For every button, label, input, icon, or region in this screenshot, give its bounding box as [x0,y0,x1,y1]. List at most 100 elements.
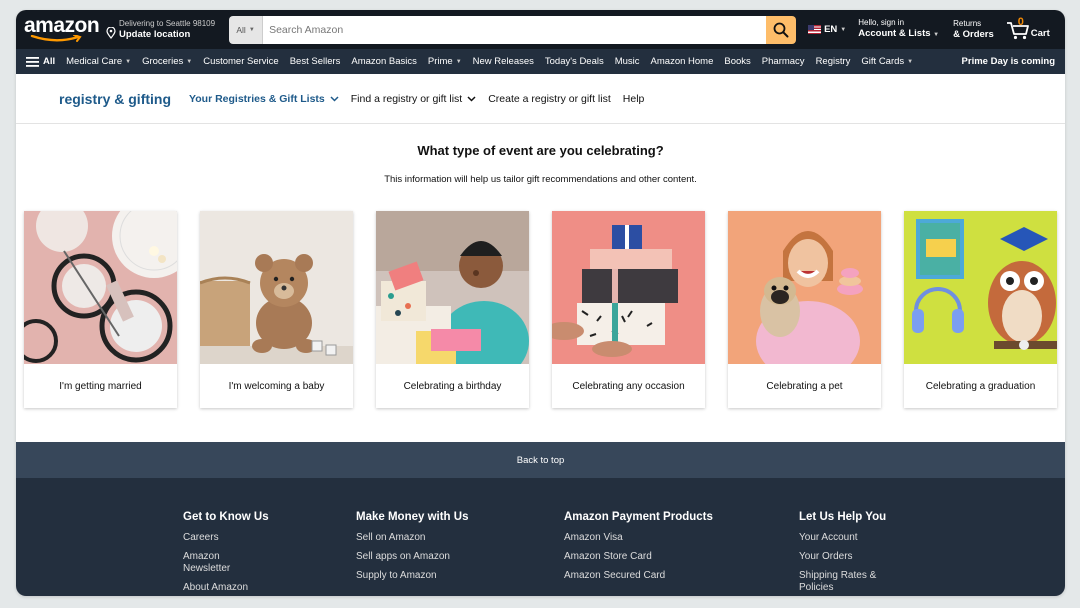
event-card-label: Celebrating a pet [766,380,843,392]
nav-best-sellers[interactable]: Best Sellers [290,56,341,67]
search-button[interactable] [766,15,797,44]
account-line1: Hello, sign in [858,18,905,27]
nav-registry[interactable]: Registry [816,56,851,67]
deliver-line1: Delivering to Seattle 98109 [119,18,216,28]
event-card-graduation[interactable]: Celebrating a graduation [904,211,1057,408]
teddy-bear-image [200,211,353,364]
nav-item-label: Gift Cards [861,56,905,67]
chevron-down-icon [467,95,476,102]
footer-link-account[interactable]: Your Account [799,532,889,544]
footer-link-store-card[interactable]: Amazon Store Card [564,551,713,563]
cart-button[interactable]: 0 Cart [1006,16,1050,40]
nav-amazon-home[interactable]: Amazon Home [651,56,714,67]
cart-label: Cart [1030,27,1050,39]
nav-medical-care[interactable]: Medical Care ▼ [66,56,131,67]
footer-link-visa[interactable]: Amazon Visa [564,532,713,544]
woman-with-pug-image [728,211,881,364]
footer-link-shipping[interactable]: Shipping Rates & Policies [799,570,889,594]
nav-books[interactable]: Books [724,56,750,67]
footer-link-sell-apps[interactable]: Sell apps on Amazon [356,551,468,563]
search-department-select[interactable]: All ▼ [229,15,264,44]
event-card-birthday[interactable]: Celebrating a birthday [376,211,529,408]
deliver-to[interactable]: Delivering to Seattle 98109 Update locat… [106,19,215,41]
search-bar: All ▼ [229,15,797,44]
us-flag-icon [808,25,822,34]
account-lists[interactable]: Hello, sign in Account & Lists ▼ [858,18,939,41]
nav-todays-deals[interactable]: Today's Deals [545,56,604,67]
event-card-label: Celebrating any occasion [572,380,685,392]
nav-item-label: Medical Care [66,56,123,67]
registry-title[interactable]: registry & gifting [59,91,171,107]
nav-pharmacy[interactable]: Pharmacy [762,56,805,67]
back-to-top-button[interactable]: Back to top [16,442,1065,478]
gift-stack-image [552,211,705,364]
smile-arrow-icon [30,34,82,42]
wedding-table-image [24,211,177,364]
nav-item-label: Groceries [142,56,184,67]
nav-customer-service[interactable]: Customer Service [203,56,279,67]
footer-col-get-to-know-us: Get to Know Us Careers Amazon Newsletter… [183,511,269,596]
footer-link-newsletter[interactable]: Amazon Newsletter [183,551,243,575]
logo-text: amazon [24,13,100,37]
nav-amazon-basics[interactable]: Amazon Basics [351,56,416,67]
registry-header: registry & gifting Your Registries & Gif… [16,74,1065,124]
nav-gift-cards[interactable]: Gift Cards ▼ [861,56,913,67]
footer-col-title: Let Us Help You [799,511,887,523]
event-card-wedding[interactable]: I'm getting married [24,211,177,408]
returns-line2: & Orders [953,28,994,40]
nav-prime[interactable]: Prime ▼ [428,56,462,67]
create-registry-link[interactable]: Create a registry or gift list [488,93,611,105]
amazon-logo[interactable]: amazon [24,13,100,44]
footer-link-about[interactable]: About Amazon [183,582,269,594]
your-registries-label: Your Registries & Gift Lists [189,92,325,105]
browser-page: amazon Delivering to Seattle 98109 Updat… [16,10,1065,596]
page-title: What type of event are you celebrating? [417,143,664,158]
event-card-label: I'm getting married [59,380,142,392]
chevron-down-icon: ▼ [248,26,255,33]
account-line2: Account & Lists [858,28,931,39]
search-dept-label: All [236,24,246,35]
chevron-down-icon: ▼ [907,58,914,65]
top-navbar: amazon Delivering to Seattle 98109 Updat… [16,10,1065,49]
nav-music[interactable]: Music [615,56,640,67]
footer-link-orders[interactable]: Your Orders [799,551,889,563]
birthday-boy-image [376,211,529,364]
footer-link-secured-card[interactable]: Amazon Secured Card [564,570,713,582]
event-cards: I'm getting married I'm welcoming a baby… [24,211,1057,408]
footer-link-sell[interactable]: Sell on Amazon [356,532,468,544]
deliver-line2: Update location [119,28,191,40]
all-menu-label: All [43,56,56,67]
hamburger-menu-icon [26,56,39,67]
footer-link-supply[interactable]: Supply to Amazon [356,570,468,582]
event-card-pet[interactable]: Celebrating a pet [728,211,881,408]
find-registry-link[interactable]: Find a registry or gift list [351,93,476,105]
event-card-any-occasion[interactable]: Celebrating any occasion [552,211,705,408]
all-menu-button[interactable]: All [26,56,55,67]
nav-item-label: Prime [427,56,453,67]
footer: Get to Know Us Careers Amazon Newsletter… [16,478,1065,596]
nav-new-releases[interactable]: New Releases [473,56,534,67]
your-registries-link[interactable]: Your Registries & Gift Lists [189,93,339,105]
account-line2-wrap: Account & Lists ▼ [858,28,939,41]
event-card-label: I'm welcoming a baby [228,380,325,392]
language-label: EN [824,24,838,35]
find-registry-label: Find a registry or gift list [350,92,463,105]
event-card-label: Celebrating a birthday [403,380,502,392]
search-input[interactable] [263,15,767,44]
chevron-down-icon: ▼ [840,26,847,33]
footer-col-title: Amazon Payment Products [564,511,713,523]
event-card-label: Celebrating a graduation [925,380,1036,392]
footer-col-payment-products: Amazon Payment Products Amazon Visa Amaz… [564,511,713,589]
footer-col-title: Make Money with Us [356,511,469,523]
returns-line1: Returns [953,18,982,28]
prime-day-promo[interactable]: Prime Day is coming [962,56,1055,67]
returns-orders[interactable]: Returns & Orders [953,19,994,41]
page-subtitle: This information will help us tailor gif… [384,174,697,185]
search-icon [773,22,789,37]
event-card-baby[interactable]: I'm welcoming a baby [200,211,353,408]
chevron-down-icon: ▼ [455,58,462,65]
help-link[interactable]: Help [623,93,645,105]
footer-link-careers[interactable]: Careers [183,532,269,544]
language-selector[interactable]: EN ▼ [808,24,846,35]
nav-groceries[interactable]: Groceries ▼ [142,56,192,67]
